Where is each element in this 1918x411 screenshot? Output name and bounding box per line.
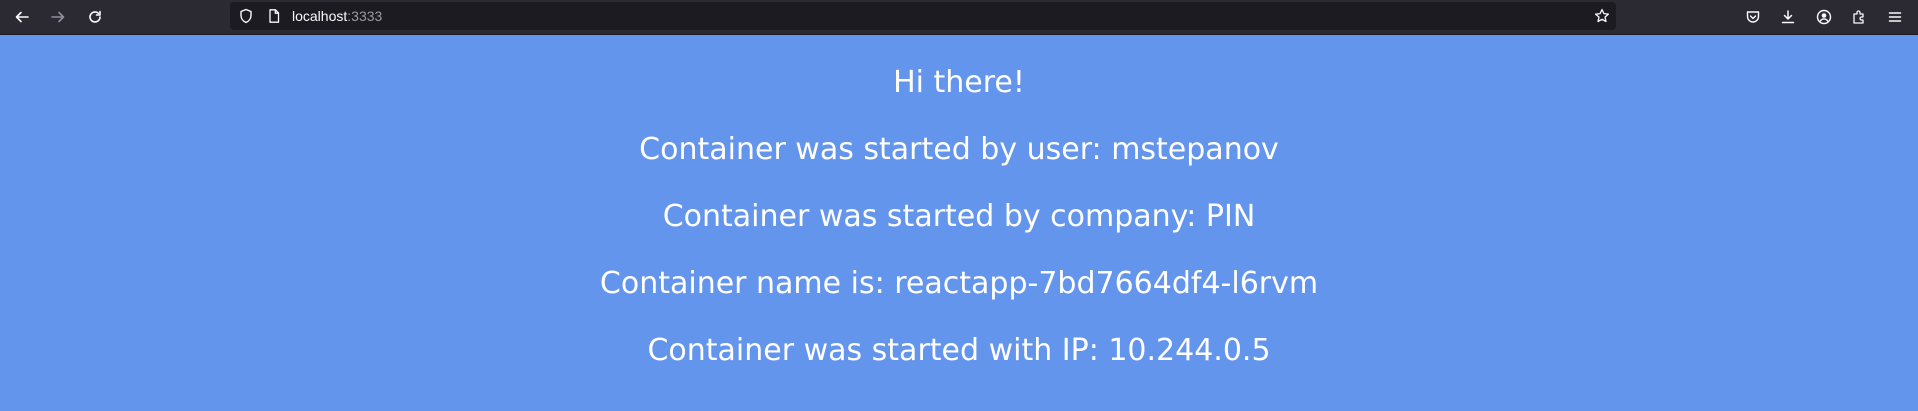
menu-icon — [1888, 12, 1902, 22]
extensions-icon — [1853, 10, 1864, 24]
url-text[interactable]: localhost:3333 — [292, 2, 382, 30]
greeting-text: Hi there! — [893, 65, 1025, 100]
account-button[interactable] — [1809, 2, 1839, 32]
page-content: Hi there! Container was started by user:… — [0, 35, 1918, 411]
back-button[interactable] — [7, 2, 37, 32]
back-icon — [15, 11, 29, 23]
container-ip-text: Container was started with IP: 10.244.0.… — [647, 333, 1271, 368]
page-icon[interactable] — [266, 8, 282, 24]
account-icon — [1816, 9, 1832, 25]
pocket-button[interactable] — [1738, 2, 1768, 32]
star-icon[interactable] — [1594, 8, 1610, 24]
company-info-text: Container was started by company: PIN — [662, 199, 1256, 234]
url-port: :3333 — [347, 8, 383, 24]
address-bar[interactable]: localhost:3333 — [230, 2, 1616, 30]
user-info-text: Container was started by user: mstepanov — [639, 132, 1279, 167]
reload-button[interactable] — [80, 2, 110, 32]
forward-button[interactable] — [43, 2, 73, 32]
url-host: localhost — [292, 8, 348, 24]
browser-toolbar: localhost:3333 — [0, 0, 1918, 35]
forward-icon — [51, 11, 65, 23]
extensions-button[interactable] — [1844, 2, 1874, 32]
shield-icon[interactable] — [238, 8, 254, 24]
reload-icon — [89, 10, 101, 23]
pocket-icon — [1746, 11, 1760, 23]
downloads-button[interactable] — [1773, 2, 1803, 32]
download-icon — [1781, 10, 1795, 24]
container-name-text: Container name is: reactapp-7bd7664df4-l… — [599, 266, 1319, 301]
menu-button[interactable] — [1880, 2, 1910, 32]
